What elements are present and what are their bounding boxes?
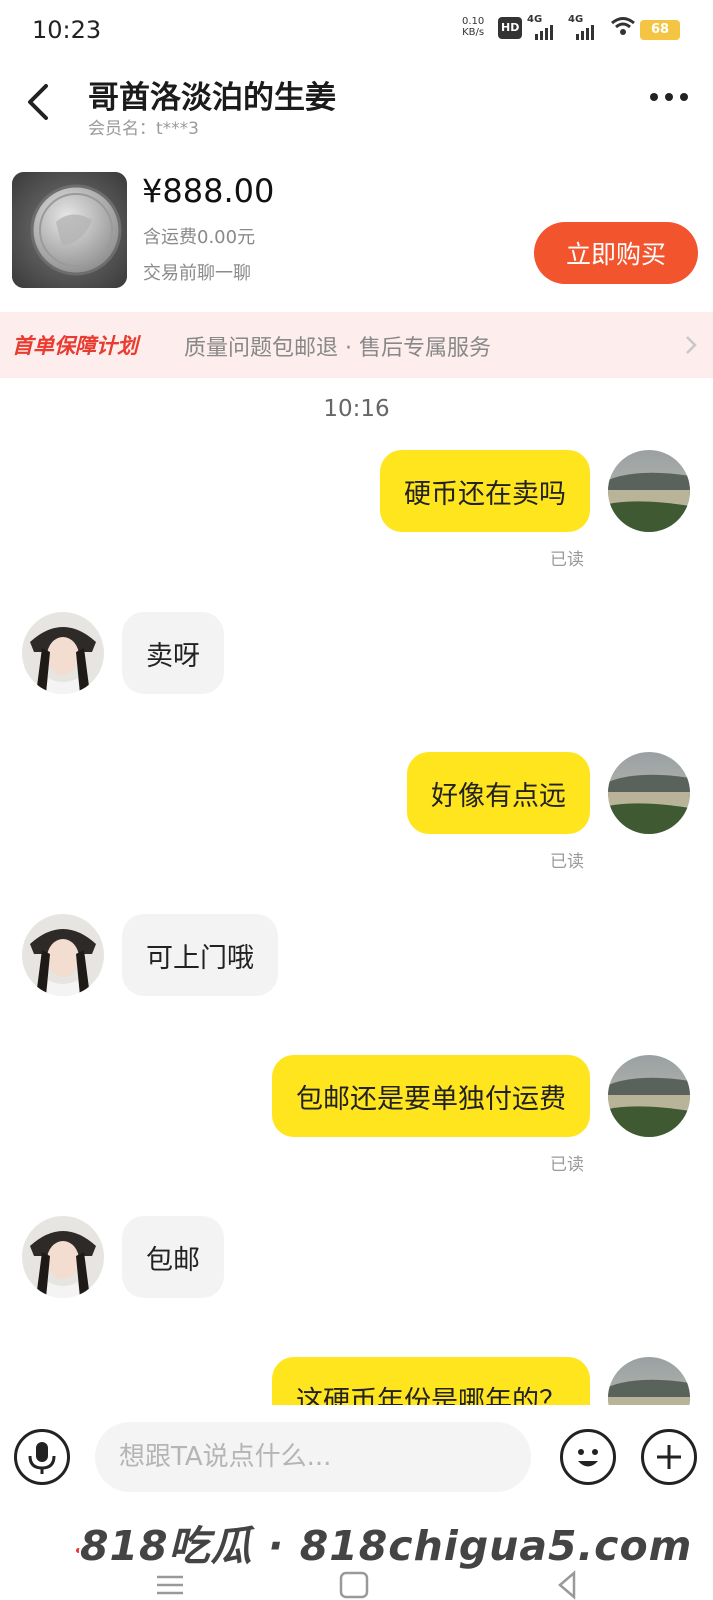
status-time: 10:23 <box>32 16 102 44</box>
chat-timestamp: 10:16 <box>323 396 390 422</box>
product-card[interactable]: ¥888.00 含运费0.00元 交易前聊一聊 立即购买 <box>0 168 713 290</box>
message-input[interactable] <box>95 1422 531 1492</box>
message-row-theirs: 可上门哦 <box>0 914 713 1004</box>
protection-banner[interactable]: 首单保障计划 质量问题包邮退 · 售后专属服务 <box>0 312 713 378</box>
chat-header: 哥酋洛淡泊的生姜 会员名：t***3 <box>0 62 713 142</box>
seller-avatar[interactable] <box>22 1216 104 1298</box>
input-bar <box>0 1405 713 1515</box>
plus-icon <box>657 1445 681 1469</box>
more-options-icon[interactable] <box>648 90 690 104</box>
my-avatar[interactable] <box>608 450 690 532</box>
read-status: 已读 <box>550 550 584 570</box>
my-avatar[interactable] <box>608 752 690 834</box>
voice-input-button[interactable] <box>14 1429 70 1485</box>
wifi-icon <box>611 17 635 35</box>
message-bubble-theirs[interactable]: 卖呀 <box>122 612 224 694</box>
network-speed: 0.10 KB/s <box>462 16 485 38</box>
message-row-mine: 包邮还是要单独付运费 已读 <box>0 1055 713 1175</box>
watermark-text: 818吃瓜 · 818chigua5.com <box>80 1522 693 1570</box>
message-bubble-mine[interactable]: 好像有点远 <box>407 752 590 834</box>
seller-avatar[interactable] <box>22 914 104 996</box>
signal-icon-2: 4G <box>568 14 596 42</box>
message-bubble-theirs[interactable]: 包邮 <box>122 1216 224 1298</box>
add-more-button[interactable] <box>641 1429 697 1485</box>
seller-avatar[interactable] <box>22 612 104 694</box>
message-bubble-mine[interactable]: 包邮还是要单独付运费 <box>272 1055 590 1137</box>
coin-image <box>12 172 127 288</box>
emoji-button[interactable] <box>560 1429 616 1485</box>
menu-nav-icon[interactable] <box>157 1575 183 1595</box>
microphone-icon <box>28 1442 56 1474</box>
signal-icon: 4G <box>527 14 555 42</box>
product-image[interactable] <box>12 172 127 288</box>
product-chat-hint: 交易前聊一聊 <box>143 263 251 284</box>
battery-icon: 68 <box>640 20 680 40</box>
my-avatar[interactable] <box>608 1357 690 1405</box>
read-status: 已读 <box>550 1155 584 1175</box>
my-avatar[interactable] <box>608 1055 690 1137</box>
product-shipping: 含运费0.00元 <box>143 227 256 248</box>
message-row-mine: 这硬币年份是哪年的？ <box>0 1357 713 1405</box>
hd-voice-icon: HD <box>498 17 523 39</box>
buy-now-button[interactable]: 立即购买 <box>534 222 698 284</box>
protection-text: 质量问题包邮退 · 售后专属服务 <box>184 336 491 361</box>
chat-title: 哥酋洛淡泊的生姜 <box>88 80 336 116</box>
message-bubble-mine[interactable]: 硬币还在卖吗 <box>380 450 590 532</box>
message-row-mine: 好像有点远 已读 <box>0 752 713 872</box>
home-nav-icon[interactable] <box>339 1571 369 1599</box>
read-status: 已读 <box>550 852 584 872</box>
protection-title: 首单保障计划 <box>12 334 138 358</box>
chevron-right-icon <box>686 336 697 354</box>
back-nav-icon[interactable] <box>558 1570 576 1600</box>
message-row-theirs: 卖呀 <box>0 612 713 702</box>
member-name: 会员名：t***3 <box>88 119 199 139</box>
back-icon[interactable] <box>22 82 56 122</box>
system-nav-bar <box>0 1565 713 1600</box>
message-bubble-theirs[interactable]: 可上门哦 <box>122 914 278 996</box>
message-row-theirs: 包邮 <box>0 1216 713 1306</box>
message-bubble-mine[interactable]: 这硬币年份是哪年的？ <box>272 1357 590 1405</box>
product-price: ¥888.00 <box>142 172 275 210</box>
smiley-icon <box>578 1449 598 1467</box>
status-bar: 10:23 0.10 KB/s HD 4G 4G 68 <box>0 0 713 62</box>
message-row-mine: 硬币还在卖吗 已读 <box>0 450 713 570</box>
